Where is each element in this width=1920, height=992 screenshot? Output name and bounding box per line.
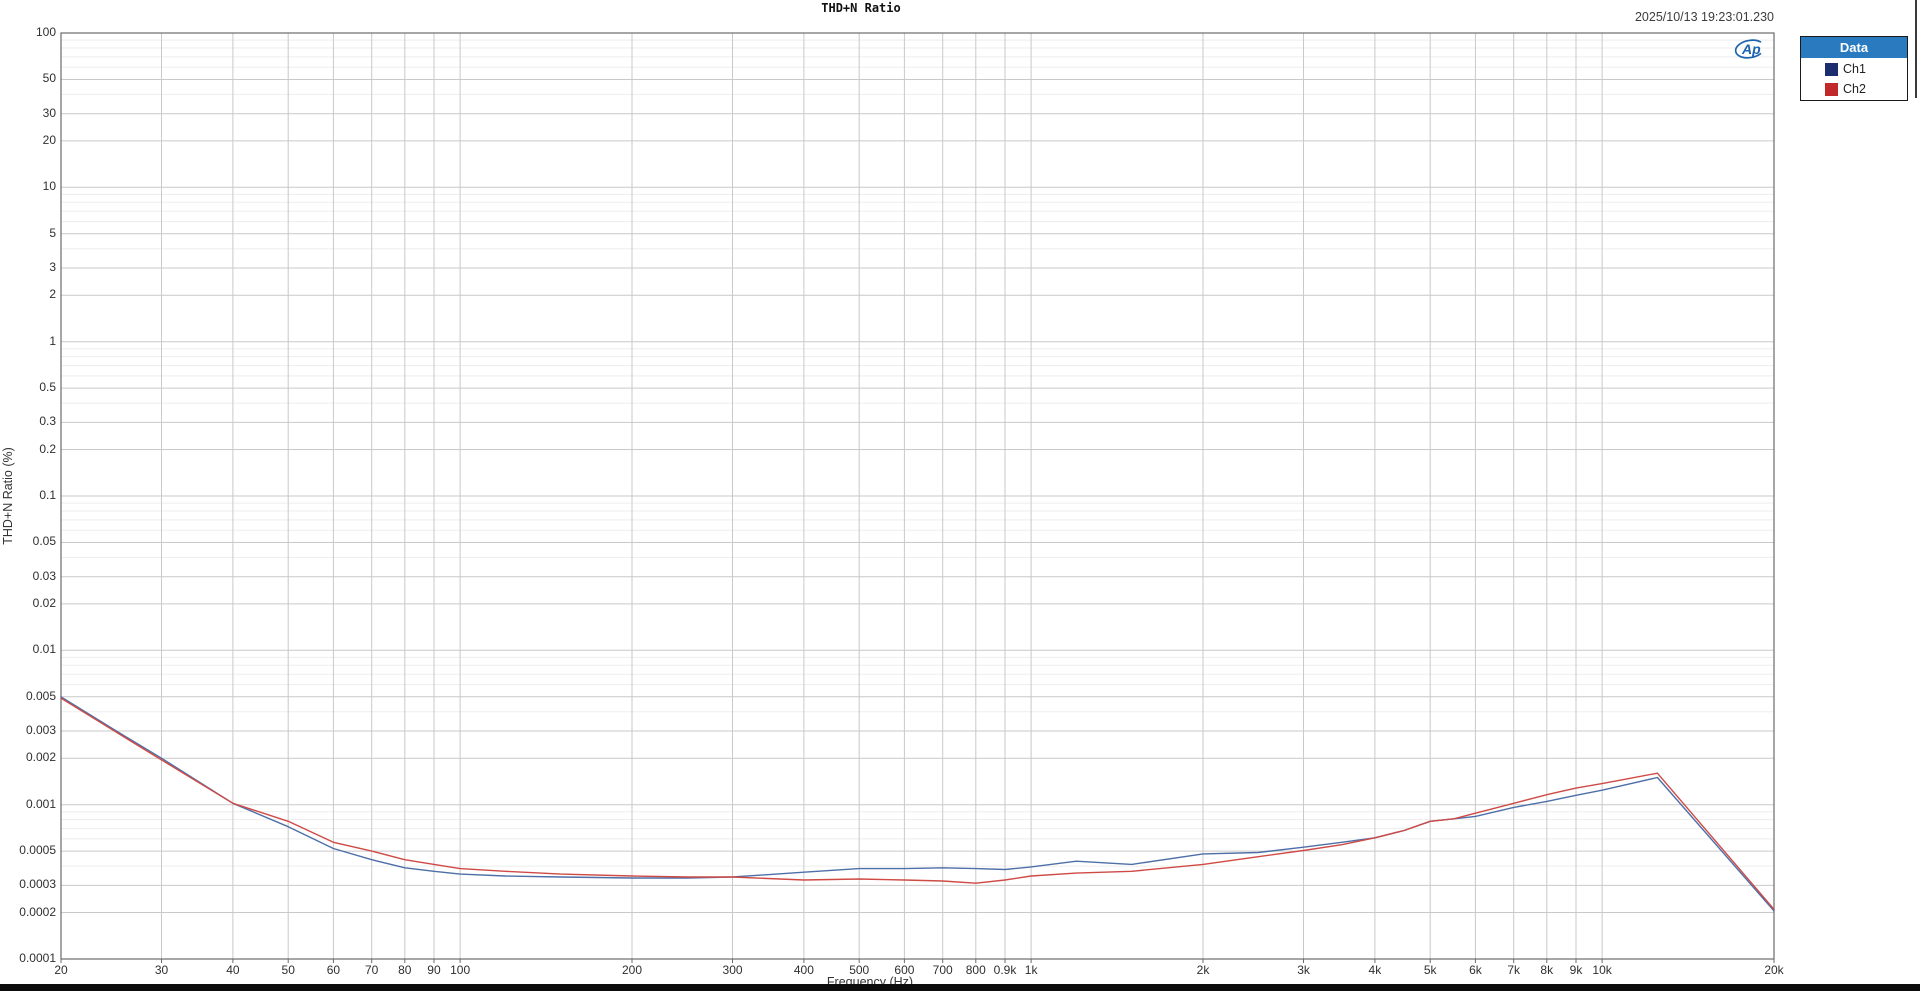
y-tick-label: 0.0002 bbox=[19, 904, 56, 919]
y-tick-label: 0.03 bbox=[32, 568, 56, 583]
window-bottom-edge bbox=[0, 984, 1920, 991]
y-tick-label: 30 bbox=[42, 105, 56, 120]
legend-row-ch2[interactable]: Ch2 bbox=[1801, 80, 1907, 98]
y-minor-gridlines bbox=[61, 39, 1774, 867]
y-tick-label: 0.02 bbox=[32, 595, 56, 610]
legend-row-ch1[interactable]: Ch1 bbox=[1801, 60, 1907, 78]
y-tick-label: 5 bbox=[49, 225, 56, 240]
ap-logo-icon: Ap bbox=[1734, 39, 1766, 59]
x-tick-label: 200 bbox=[621, 963, 643, 977]
x-tick-label: 30 bbox=[154, 963, 169, 977]
y-axis-title: THD+N Ratio (%) bbox=[1, 447, 15, 545]
x-tick-label: 300 bbox=[722, 963, 743, 977]
series-ch2-line bbox=[60, 697, 1775, 910]
ch2-label: Ch2 bbox=[1843, 82, 1866, 96]
x-tick-label: 0.9k bbox=[993, 963, 1017, 977]
plot-area[interactable] bbox=[0, 0, 1920, 992]
panel-right-border bbox=[1915, 0, 1917, 98]
y-tick-label: 20 bbox=[42, 132, 56, 147]
y-tick-label: 100 bbox=[35, 25, 56, 39]
x-tick-label: 20k bbox=[1764, 963, 1784, 977]
x-tick-label: 80 bbox=[398, 963, 412, 977]
y-tick-label: 0.5 bbox=[39, 380, 56, 395]
x-tick-label: 9k bbox=[1569, 963, 1583, 977]
series-ch1-line bbox=[60, 696, 1775, 912]
y-tick-label: 0.0001 bbox=[19, 951, 56, 965]
x-tick-label: 60 bbox=[326, 963, 341, 977]
x-tick-label: 1k bbox=[1024, 963, 1038, 977]
ch1-label: Ch1 bbox=[1843, 62, 1866, 76]
y-tick-label: 3 bbox=[49, 260, 56, 275]
y-tick-label: 0.002 bbox=[25, 750, 56, 765]
x-tick-label: 40 bbox=[226, 963, 240, 977]
x-tick-label: 90 bbox=[427, 963, 441, 977]
y-tick-label: 0.003 bbox=[25, 723, 56, 738]
x-tick-label: 3k bbox=[1297, 963, 1310, 977]
ch1-color-swatch bbox=[1825, 62, 1838, 76]
ch2-color-swatch bbox=[1825, 82, 1838, 96]
x-tick-label: 2k bbox=[1196, 963, 1210, 977]
y-tick-label: 0.0005 bbox=[19, 843, 56, 858]
x-tick-label: 4k bbox=[1368, 963, 1382, 977]
legend-header: Data bbox=[1801, 37, 1907, 58]
y-tick-label: 2 bbox=[49, 287, 56, 302]
x-tick-label: 50 bbox=[281, 963, 295, 977]
x-tick-label: 100 bbox=[450, 963, 471, 977]
x-tick-label: 800 bbox=[965, 963, 986, 977]
ap-measurement-screen: THD+N Ratio 2025/10/13 19:23:01.230 100 5… bbox=[0, 0, 1920, 992]
y-tick-label: 0.01 bbox=[32, 642, 56, 657]
svg-text:Ap: Ap bbox=[1741, 41, 1761, 57]
y-tick-label: 0.005 bbox=[25, 688, 56, 703]
y-tick-label: 1 bbox=[49, 333, 56, 348]
x-tick-label: 6k bbox=[1469, 963, 1482, 977]
x-tick-label: 7k bbox=[1507, 963, 1520, 977]
x-tick-label: 10k bbox=[1592, 963, 1612, 977]
y-tick-label: 50 bbox=[42, 71, 56, 86]
y-tick-label: 10 bbox=[42, 179, 56, 194]
y-tick-label: 0.001 bbox=[25, 796, 56, 811]
x-tick-label: 70 bbox=[364, 963, 379, 977]
x-tick-label: 20 bbox=[54, 963, 68, 977]
y-tick-label: 0.0003 bbox=[19, 877, 56, 892]
x-gridlines bbox=[60, 33, 1775, 963]
x-tick-label: 8k bbox=[1540, 963, 1554, 977]
legend-panel: Data Ch1 Ch2 bbox=[1800, 36, 1908, 101]
x-tick-label: 5k bbox=[1423, 963, 1437, 977]
